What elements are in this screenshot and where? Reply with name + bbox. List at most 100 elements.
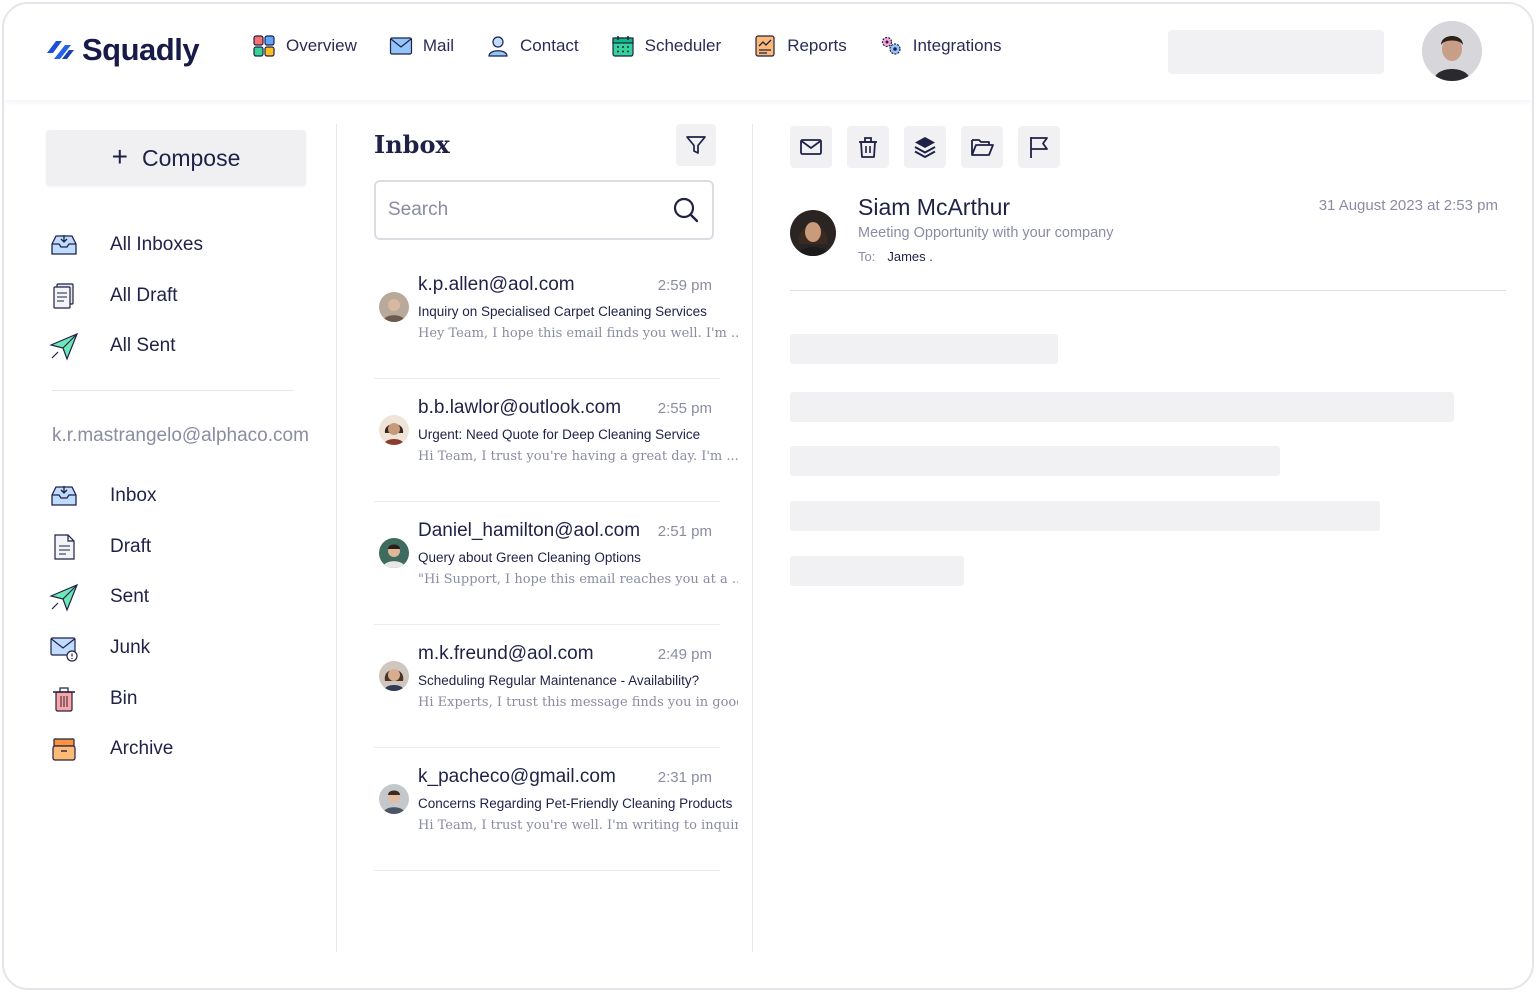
sidebar-item-all-draft[interactable]: All Draft bbox=[48, 271, 203, 322]
mail-sender: k_pacheco@gmail.com bbox=[418, 766, 616, 787]
nav-label: Scheduler bbox=[644, 36, 722, 55]
sender-avatar bbox=[379, 661, 409, 691]
folder-open-icon bbox=[971, 139, 994, 156]
move-to-folder-button[interactable] bbox=[961, 126, 1003, 168]
recipient-line: To: James . bbox=[858, 249, 933, 264]
top-navigation: Squadly Overview Mail Contact Scheduler … bbox=[4, 4, 1532, 100]
integrations-icon bbox=[881, 36, 901, 55]
mail-list-item[interactable]: k.p.allen@aol.com 2:59 pm Inquiry on Spe… bbox=[374, 256, 738, 379]
squadly-logo-icon bbox=[47, 41, 74, 59]
mail-list-item[interactable]: Daniel_hamilton@aol.com 2:51 pm Query ab… bbox=[374, 502, 738, 625]
user-avatar-image bbox=[1422, 21, 1482, 81]
sent-icon bbox=[48, 581, 80, 613]
sender-avatar bbox=[790, 210, 836, 256]
overview-icon bbox=[253, 35, 275, 57]
group-button[interactable] bbox=[904, 126, 946, 168]
sidebar-item-junk[interactable]: Junk bbox=[48, 623, 173, 674]
message-body-placeholder bbox=[790, 334, 1058, 364]
nav-item-scheduler[interactable]: Scheduler bbox=[611, 34, 722, 58]
nav-label: Overview bbox=[286, 36, 357, 55]
message-body-placeholder bbox=[790, 392, 1454, 422]
filter-icon bbox=[686, 136, 706, 154]
sidebar-item-label: Sent bbox=[110, 586, 150, 608]
brand-logo[interactable]: Squadly bbox=[44, 32, 200, 68]
message-subject: Meeting Opportunity with your company bbox=[858, 225, 1114, 241]
user-avatar[interactable] bbox=[1422, 21, 1482, 81]
sidebar-item-sent[interactable]: Sent bbox=[48, 572, 173, 623]
flag-button[interactable] bbox=[1018, 126, 1060, 168]
sidebar-item-draft[interactable]: Draft bbox=[48, 522, 173, 573]
search-box bbox=[374, 180, 714, 240]
recipient-name[interactable]: James . bbox=[887, 249, 933, 264]
mail-preview: Hi Experts, I trust this message finds y… bbox=[418, 695, 738, 710]
sidebar-item-all-sent[interactable]: All Sent bbox=[48, 321, 203, 372]
nav-label: Integrations bbox=[912, 36, 1002, 55]
mail-subject: Concerns Regarding Pet-Friendly Cleaning… bbox=[418, 796, 733, 811]
sidebar-item-label: Inbox bbox=[110, 485, 157, 507]
nav-item-reports[interactable]: Reports bbox=[753, 34, 847, 58]
mail-list-item[interactable]: b.b.lawlor@outlook.com 2:55 pm Urgent: N… bbox=[374, 379, 738, 502]
mail-preview: Hi Team, I trust you're having a great d… bbox=[418, 449, 738, 464]
top-search-placeholder[interactable] bbox=[1168, 30, 1384, 74]
message-date: 31 August 2023 at 2:53 pm bbox=[1318, 197, 1498, 214]
sidebar-item-label: All Draft bbox=[110, 284, 178, 306]
nav-item-overview[interactable]: Overview bbox=[252, 34, 357, 58]
search-input[interactable] bbox=[388, 199, 672, 221]
mail-preview: Hey Team, I hope this email finds you we… bbox=[418, 326, 738, 341]
message-body-placeholder bbox=[790, 556, 964, 586]
filter-button[interactable] bbox=[676, 124, 716, 166]
sender-avatar bbox=[379, 292, 409, 322]
compose-button[interactable]: + Compose bbox=[46, 130, 306, 186]
sender-name: Siam McArthur bbox=[858, 194, 1011, 220]
mark-unread-button[interactable] bbox=[790, 126, 832, 168]
mail-icon bbox=[800, 139, 822, 155]
sidebar-item-all-inboxes[interactable]: All Inboxes bbox=[48, 220, 203, 271]
inbox-icon bbox=[48, 480, 80, 512]
mail-list-item[interactable]: k_pacheco@gmail.com 2:31 pm Concerns Reg… bbox=[374, 748, 738, 871]
sidebar-item-label: All Inboxes bbox=[110, 234, 203, 256]
message-body-placeholder bbox=[790, 446, 1280, 476]
report-icon bbox=[755, 35, 775, 57]
reader-divider bbox=[790, 290, 1506, 291]
brand-name: Squadly bbox=[82, 32, 200, 67]
sidebar-item-label: Bin bbox=[110, 687, 138, 709]
mail-list: k.p.allen@aol.com 2:59 pm Inquiry on Spe… bbox=[374, 256, 738, 871]
app-window: Squadly Overview Mail Contact Scheduler … bbox=[2, 2, 1534, 990]
to-label: To: bbox=[858, 249, 876, 264]
search-icon[interactable] bbox=[672, 196, 700, 224]
sidebar-item-bin[interactable]: Bin bbox=[48, 673, 173, 724]
nav-item-integrations[interactable]: Integrations bbox=[879, 34, 1002, 58]
delete-button[interactable] bbox=[847, 126, 889, 168]
sender-avatar bbox=[379, 784, 409, 814]
mail-time: 2:55 pm bbox=[657, 400, 712, 417]
account-email: k.r.mastrangelo@alphaco.com bbox=[52, 425, 309, 446]
trash-icon bbox=[859, 137, 877, 158]
mail-subject: Query about Green Cleaning Options bbox=[418, 550, 641, 565]
mail-list-item[interactable]: m.k.freund@aol.com 2:49 pm Scheduling Re… bbox=[374, 625, 738, 748]
inbox-title: Inbox bbox=[374, 130, 450, 159]
bin-icon bbox=[48, 683, 80, 715]
column-divider bbox=[752, 124, 753, 952]
mail-sender: Daniel_hamilton@aol.com bbox=[418, 520, 641, 541]
sidebar-item-label: Archive bbox=[110, 738, 174, 760]
sidebar-divider bbox=[52, 390, 294, 391]
sent-icon bbox=[48, 330, 80, 362]
mail-sender: b.b.lawlor@outlook.com bbox=[418, 397, 622, 418]
nav-item-contact[interactable]: Contact bbox=[486, 34, 579, 58]
sidebar-item-archive[interactable]: Archive bbox=[48, 724, 173, 775]
account-folder-list: Inbox Draft Sent Junk Bin Archive bbox=[48, 471, 173, 775]
nav-item-mail[interactable]: Mail bbox=[389, 34, 454, 58]
global-folder-list: All Inboxes All Draft All Sent bbox=[48, 220, 203, 372]
mail-icon bbox=[389, 37, 412, 55]
mail-sender: k.p.allen@aol.com bbox=[418, 274, 575, 295]
nav-label: Mail bbox=[422, 36, 455, 55]
calendar-icon bbox=[612, 36, 634, 57]
sidebar-item-label: Junk bbox=[110, 637, 151, 659]
message-toolbar bbox=[790, 126, 1060, 168]
column-divider bbox=[336, 124, 337, 952]
flag-icon bbox=[1030, 137, 1048, 158]
mail-time: 2:49 pm bbox=[657, 646, 712, 663]
sidebar-item-inbox[interactable]: Inbox bbox=[48, 471, 173, 522]
mail-subject: Scheduling Regular Maintenance - Availab… bbox=[418, 673, 700, 688]
message-body-placeholder bbox=[790, 501, 1380, 531]
